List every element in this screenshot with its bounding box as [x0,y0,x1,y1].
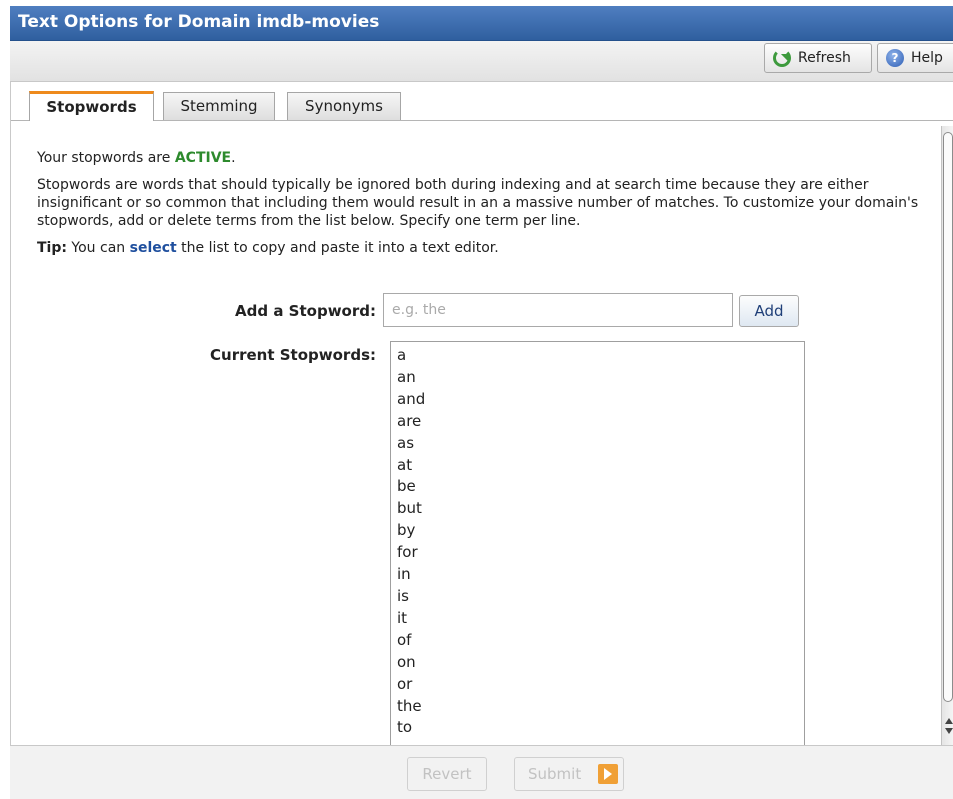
stopword-item: by [397,521,416,540]
tab-bar: Stopwords Stemming Synonyms [11,82,953,121]
tab-stemming[interactable]: Stemming [163,92,275,120]
stopword-item: are [397,411,422,430]
submit-arrow-icon [598,764,618,784]
scrollbar-thumb[interactable] [943,132,953,702]
status-suffix: . [231,150,236,166]
toolbar: Refresh ? Help [10,41,953,82]
stopword-item: but [397,499,422,518]
add-stopword-button[interactable]: Add [739,295,799,327]
help-button[interactable]: ? Help [877,43,953,73]
submit-button[interactable]: Submit [514,757,624,791]
stopword-item: of [397,630,412,649]
stopword-item: or [397,674,413,693]
revert-button[interactable]: Revert [407,757,487,791]
help-icon: ? [886,49,904,67]
refresh-icon [773,49,791,67]
stopword-item: it [397,608,408,627]
stopword-item: as [397,433,415,452]
tab-synonyms[interactable]: Synonyms [287,92,401,120]
stopword-item: in [397,565,411,584]
tip-text-before: You can [66,240,130,256]
tip-line: Tip: You can select the list to copy and… [37,239,927,257]
tab-stopwords[interactable]: Stopwords [29,91,154,121]
window-title-bar: Text Options for Domain imdb-movies [10,6,953,41]
stopword-item: at [397,455,413,474]
description-text: Stopwords are words that should typicall… [37,177,919,229]
help-button-label: Help [911,50,943,66]
stopword-item: the [397,696,422,715]
stopword-item: and [397,389,426,408]
stopword-item: be [397,477,416,496]
refresh-button[interactable]: Refresh [764,43,872,73]
page-scrollbar[interactable] [941,126,953,746]
scroll-down-arrow-icon[interactable] [945,728,953,738]
add-stopword-label: Add a Stopword: [235,302,376,320]
stopword-item: to [397,718,413,737]
status-prefix: Your stopwords are [37,150,175,166]
current-stopwords-label: Current Stopwords: [210,346,376,364]
stopword-item: a [397,346,407,364]
submit-button-label: Submit [528,765,582,783]
add-stopword-input[interactable] [383,293,733,327]
select-list-link[interactable]: select [130,240,177,256]
tip-text-after: the list to copy and paste it into a tex… [176,240,499,256]
stopword-item: is [397,586,409,605]
scroll-up-arrow-icon[interactable] [945,714,953,724]
stopword-item: on [397,652,416,671]
stopword-item: for [397,543,418,562]
status-badge: ACTIVE [174,150,232,166]
status-line: Your stopwords are ACTIVE. [37,149,927,167]
refresh-button-label: Refresh [798,50,851,66]
window-title: Text Options for Domain imdb-movies [18,12,380,32]
current-stopwords-list[interactable]: a an and are as at be but by for in is it of on or the to… [390,341,805,745]
stopwords-description: Your stopwords are ACTIVE. Stopwords are… [37,144,927,257]
stopword-item: an [397,367,416,386]
tip-label: Tip: [37,240,67,256]
footer-bar: Revert Submit [10,745,953,799]
